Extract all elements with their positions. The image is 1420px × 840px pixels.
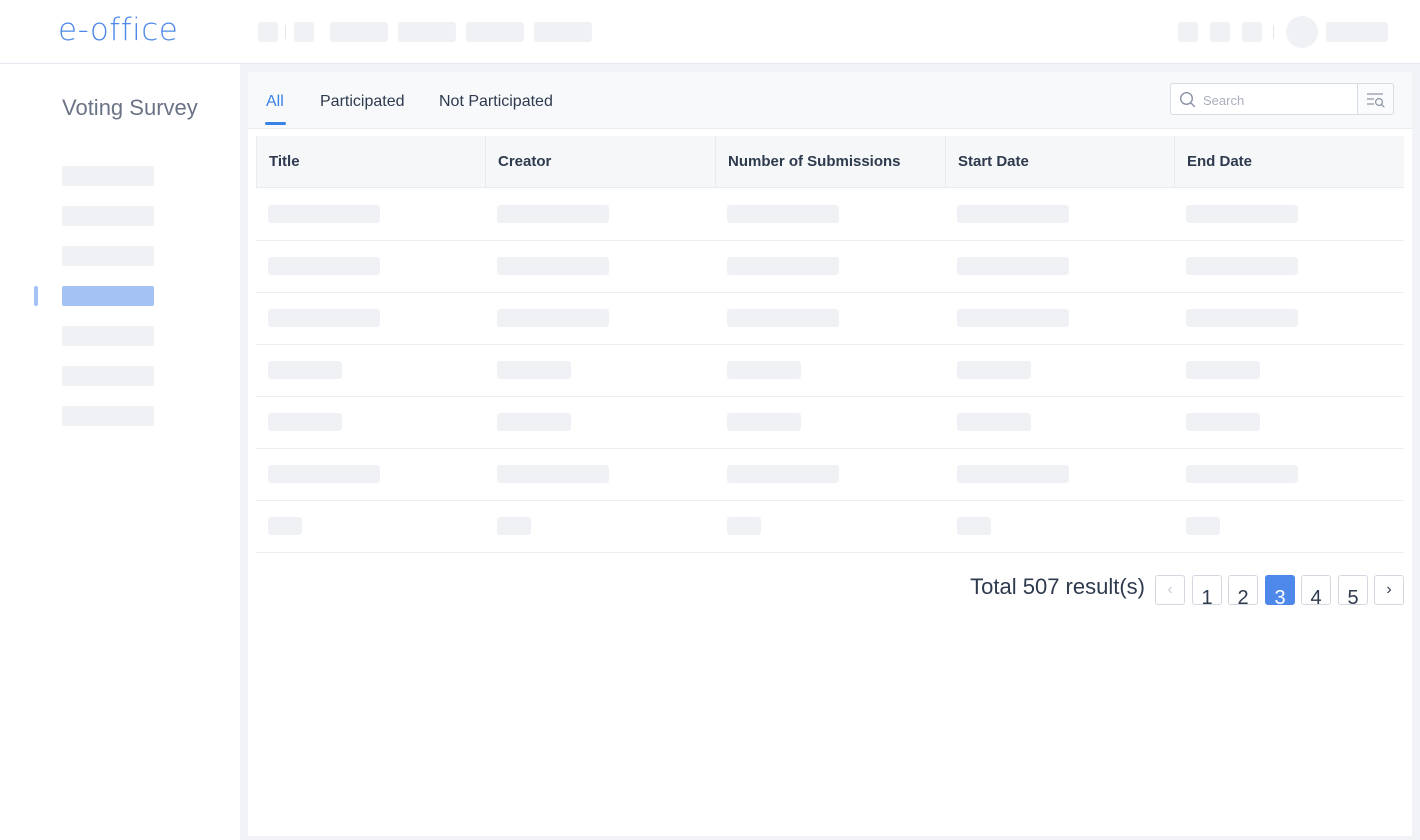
table-cell-placeholder xyxy=(268,257,380,275)
table-cell-placeholder xyxy=(497,465,609,483)
top-nav-item-placeholder[interactable] xyxy=(466,22,524,42)
sidebar-item-placeholder-active[interactable] xyxy=(62,286,154,306)
app-logo[interactable]: e-office xyxy=(58,12,178,48)
table-cell-placeholder xyxy=(727,205,839,223)
tab-participated[interactable]: Participated xyxy=(320,93,405,111)
top-tools-divider xyxy=(1273,25,1274,39)
table-cell-placeholder xyxy=(497,309,609,327)
column-header-title[interactable]: Title xyxy=(256,136,485,187)
sidebar-item-placeholder[interactable] xyxy=(62,366,154,386)
table-cell-placeholder xyxy=(268,205,380,223)
table-cell-placeholder xyxy=(727,309,839,327)
page-button-4[interactable]: 4 xyxy=(1301,575,1331,605)
user-name-placeholder[interactable] xyxy=(1326,22,1388,42)
top-nav-icon-placeholder[interactable] xyxy=(294,22,314,42)
table-cell-placeholder xyxy=(268,309,380,327)
top-nav-item-placeholder[interactable] xyxy=(330,22,388,42)
column-header-start-date[interactable]: Start Date xyxy=(945,136,1174,187)
table-cell-placeholder xyxy=(268,361,342,379)
page-button-3[interactable]: 3 xyxy=(1265,575,1295,605)
sidebar-title: Voting Survey xyxy=(62,95,198,120)
table-cell-placeholder xyxy=(957,205,1069,223)
main-panel: All Participated Not Participated Title … xyxy=(248,72,1412,836)
filter-search-icon xyxy=(1367,93,1385,108)
table-cell-placeholder xyxy=(1186,517,1220,535)
advanced-search-button[interactable] xyxy=(1358,83,1394,115)
table-row[interactable] xyxy=(256,292,1404,345)
table-row[interactable] xyxy=(256,396,1404,449)
table-cell-placeholder xyxy=(497,517,531,535)
table-cell-placeholder xyxy=(727,361,801,379)
chevron-right-icon: › xyxy=(1386,581,1392,598)
sidebar: Voting Survey xyxy=(0,64,240,840)
top-nav-item-placeholder[interactable] xyxy=(398,22,456,42)
table-cell-placeholder xyxy=(957,413,1031,431)
sidebar-item-placeholder[interactable] xyxy=(62,246,154,266)
top-nav-divider xyxy=(285,25,286,39)
table-cell-placeholder xyxy=(1186,309,1298,327)
table-cell-placeholder xyxy=(727,517,761,535)
tab-bar: All Participated Not Participated xyxy=(248,72,1412,129)
search-icon xyxy=(1179,91,1196,108)
sidebar-active-indicator xyxy=(34,286,38,306)
sidebar-item-placeholder[interactable] xyxy=(62,326,154,346)
total-results: Total 507 result(s) xyxy=(970,574,1145,599)
table-row[interactable] xyxy=(256,188,1404,241)
column-header-submissions[interactable]: Number of Submissions xyxy=(715,136,944,187)
table-cell-placeholder xyxy=(1186,205,1298,223)
table-cell-placeholder xyxy=(957,517,991,535)
top-bar: e-office xyxy=(0,0,1420,64)
table-cell-placeholder xyxy=(727,465,839,483)
table-cell-placeholder xyxy=(1186,361,1260,379)
table-cell-placeholder xyxy=(497,205,609,223)
sidebar-item-placeholder[interactable] xyxy=(62,206,154,226)
table-cell-placeholder xyxy=(957,257,1069,275)
table-cell-placeholder xyxy=(957,465,1069,483)
table-cell-placeholder xyxy=(957,309,1069,327)
sidebar-item-placeholder[interactable] xyxy=(62,406,154,426)
sidebar-item-placeholder[interactable] xyxy=(62,166,154,186)
top-tool-icon-placeholder[interactable] xyxy=(1178,22,1198,42)
top-tool-icon-placeholder[interactable] xyxy=(1210,22,1230,42)
page-button-1[interactable]: 1 xyxy=(1192,575,1222,605)
prev-page-button[interactable]: ‹ xyxy=(1155,575,1185,605)
table-cell-placeholder xyxy=(1186,257,1298,275)
tab-all[interactable]: All xyxy=(266,93,284,111)
page-button-2[interactable]: 2 xyxy=(1228,575,1258,605)
table-cell-placeholder xyxy=(1186,465,1298,483)
top-tool-icon-placeholder[interactable] xyxy=(1242,22,1262,42)
avatar[interactable] xyxy=(1286,16,1318,48)
tab-active-underline xyxy=(265,122,286,125)
tab-not-participated[interactable]: Not Participated xyxy=(439,93,553,111)
table-cell-placeholder xyxy=(268,465,380,483)
table-row[interactable] xyxy=(256,344,1404,397)
pagination: Total 507 result(s) ‹ 1 2 3 4 5 › xyxy=(248,572,1404,612)
column-header-end-date[interactable]: End Date xyxy=(1174,136,1403,187)
search-input[interactable] xyxy=(1201,90,1355,110)
table-cell-placeholder xyxy=(497,257,609,275)
chevron-left-icon: ‹ xyxy=(1167,581,1173,598)
table-cell-placeholder xyxy=(957,361,1031,379)
table-cell-placeholder xyxy=(497,413,571,431)
table-cell-placeholder xyxy=(268,517,302,535)
table-row[interactable] xyxy=(256,240,1404,293)
table-cell-placeholder xyxy=(1186,413,1260,431)
top-nav-item-placeholder[interactable] xyxy=(534,22,592,42)
table-row[interactable] xyxy=(256,448,1404,501)
table-cell-placeholder xyxy=(268,413,342,431)
table-row[interactable] xyxy=(256,500,1404,553)
table-cell-placeholder xyxy=(727,257,839,275)
page-button-5[interactable]: 5 xyxy=(1338,575,1368,605)
search-box xyxy=(1170,83,1358,115)
top-nav-icon-placeholder[interactable] xyxy=(258,22,278,42)
table-cell-placeholder xyxy=(497,361,571,379)
table-header: Title Creator Number of Submissions Star… xyxy=(256,136,1404,188)
column-header-creator[interactable]: Creator xyxy=(485,136,714,187)
next-page-button[interactable]: › xyxy=(1374,575,1404,605)
table-cell-placeholder xyxy=(727,413,801,431)
